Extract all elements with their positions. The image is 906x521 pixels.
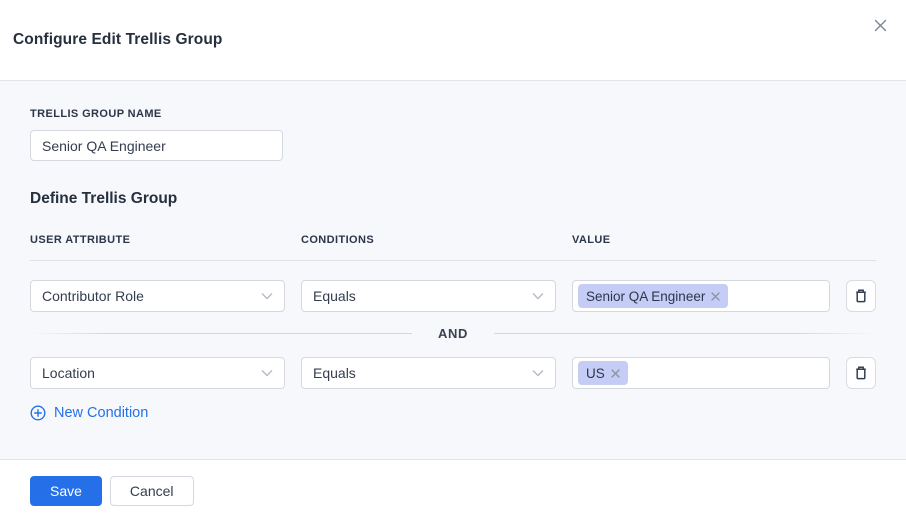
new-condition-button[interactable]: New Condition: [30, 405, 148, 421]
value-multiselect-input[interactable]: Senior QA Engineer: [572, 280, 830, 312]
trash-icon: [852, 364, 870, 382]
user-attribute-select[interactable]: Location: [30, 357, 285, 389]
chevron-down-icon: [532, 369, 544, 377]
header-divider: [30, 260, 876, 261]
plus-circle-icon: [30, 405, 46, 421]
value-column-header: VALUE: [572, 234, 830, 246]
value-chip-label: US: [586, 366, 605, 381]
value-chip-label: Senior QA Engineer: [586, 289, 705, 304]
and-operator-label: AND: [412, 326, 494, 341]
value-multiselect-input[interactable]: US: [572, 357, 830, 389]
value-chip: US: [578, 361, 628, 385]
separator-line: [30, 333, 412, 334]
condition-table-headers: USER ATTRIBUTE CONDITIONS VALUE: [30, 234, 876, 246]
delete-condition-button[interactable]: [846, 357, 876, 389]
condition-row: Contributor Role Equals Senior QA Engine…: [30, 280, 876, 312]
chevron-down-icon: [261, 292, 273, 300]
x-icon[interactable]: [611, 369, 620, 378]
condition-row: Location Equals US: [30, 357, 876, 389]
separator-line: [494, 333, 876, 334]
user-attribute-column-header: USER ATTRIBUTE: [30, 234, 285, 246]
condition-selected-value: Equals: [313, 288, 356, 304]
configure-trellis-group-modal: Configure Edit Trellis Group TRELLIS GRO…: [0, 0, 906, 521]
and-separator: AND: [30, 322, 876, 344]
delete-condition-button[interactable]: [846, 280, 876, 312]
condition-select[interactable]: Equals: [301, 357, 556, 389]
modal-footer: Save Cancel: [0, 460, 906, 521]
modal-body: TRELLIS GROUP NAME Define Trellis Group …: [0, 81, 906, 460]
define-trellis-group-heading: Define Trellis Group: [30, 190, 876, 208]
value-chip: Senior QA Engineer: [578, 284, 728, 308]
user-attribute-selected-value: Location: [42, 365, 95, 381]
x-icon[interactable]: [711, 292, 720, 301]
condition-selected-value: Equals: [313, 365, 356, 381]
chevron-down-icon: [261, 369, 273, 377]
user-attribute-select[interactable]: Contributor Role: [30, 280, 285, 312]
cancel-button[interactable]: Cancel: [110, 476, 194, 506]
trellis-group-name-label: TRELLIS GROUP NAME: [30, 108, 876, 120]
close-button[interactable]: [869, 14, 891, 36]
x-icon: [874, 19, 887, 32]
trash-icon: [852, 287, 870, 305]
modal-header: Configure Edit Trellis Group: [0, 0, 906, 81]
modal-title: Configure Edit Trellis Group: [13, 31, 222, 49]
user-attribute-selected-value: Contributor Role: [42, 288, 144, 304]
condition-select[interactable]: Equals: [301, 280, 556, 312]
trellis-group-name-input[interactable]: [30, 130, 283, 161]
new-condition-label: New Condition: [54, 405, 148, 421]
conditions-column-header: CONDITIONS: [301, 234, 556, 246]
chevron-down-icon: [532, 292, 544, 300]
save-button[interactable]: Save: [30, 476, 102, 506]
